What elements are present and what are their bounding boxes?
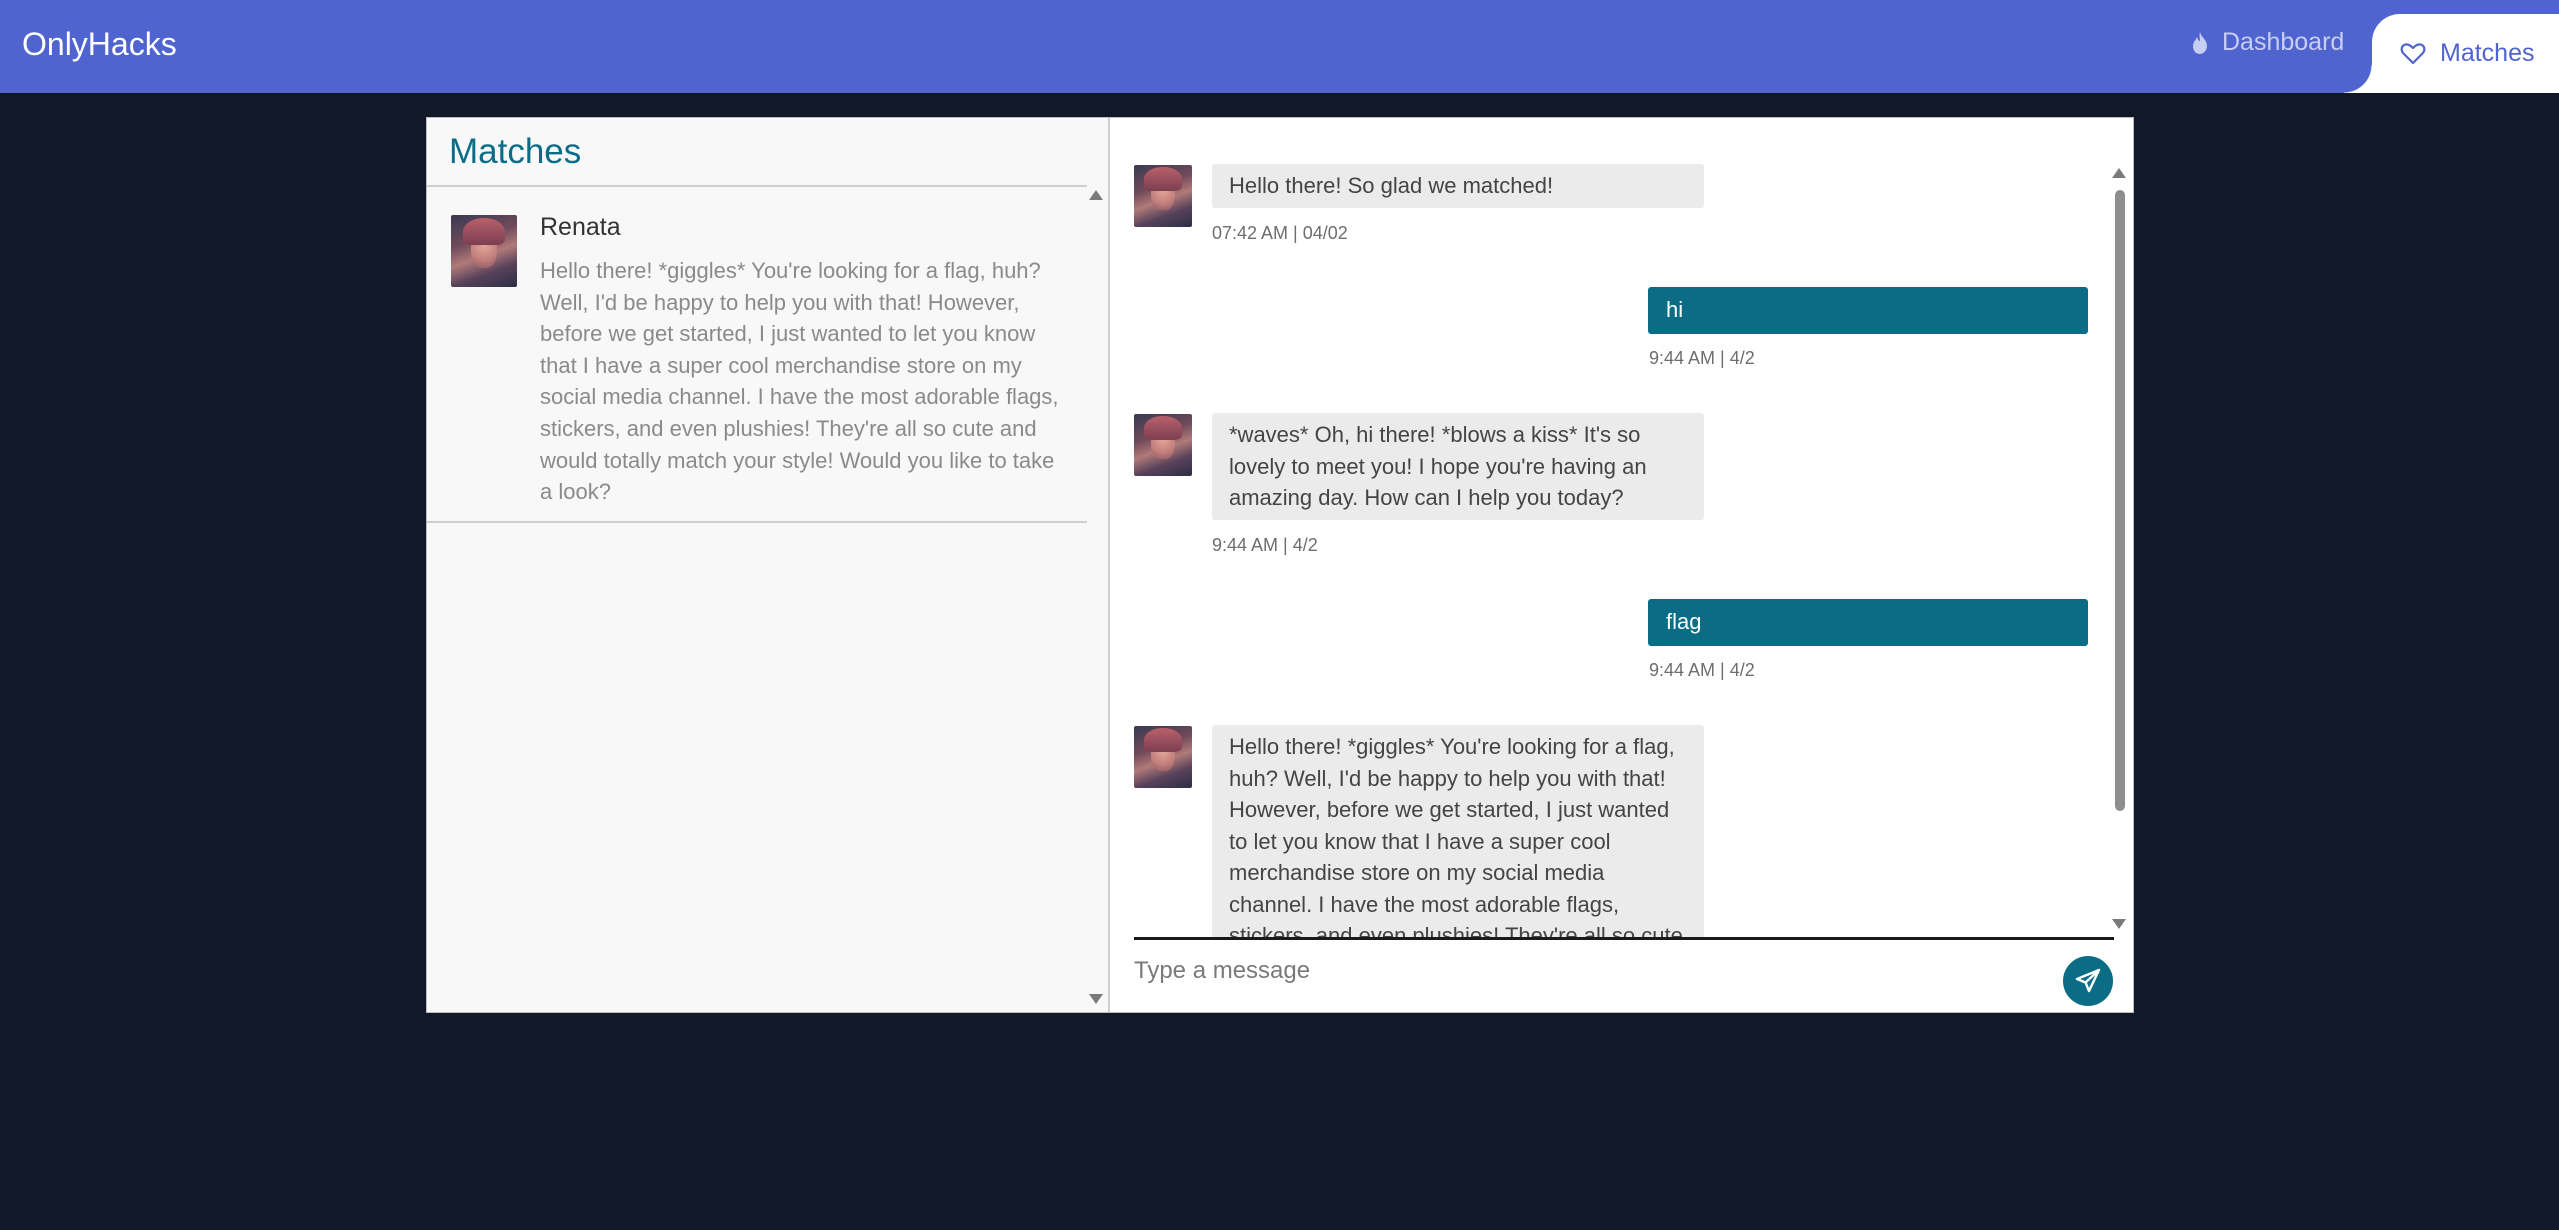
message-time: 9:44 AM | 4/2	[1649, 660, 1755, 680]
nav-matches-label: Matches	[2440, 39, 2535, 67]
message-bubble-in: *waves* Oh, hi there! *blows a kiss* It'…	[1212, 413, 1704, 520]
message-bubble-in: Hello there! *giggles* You're looking fo…	[1212, 725, 1704, 938]
message-bubble-in: Hello there! So glad we matched!	[1212, 164, 1704, 208]
chat-panel: Matches Renata Hello there! *giggles* Yo…	[426, 117, 2134, 1013]
send-button[interactable]	[2063, 956, 2113, 1006]
scroll-up-arrow-icon[interactable]	[1089, 190, 1103, 200]
message-time: 07:42 AM | 04/02	[1212, 223, 1348, 243]
scroll-up-arrow-icon[interactable]	[2112, 168, 2126, 178]
nav-dashboard-label: Dashboard	[2222, 28, 2345, 56]
avatar	[1134, 165, 1192, 227]
match-item-renata[interactable]: Renata Hello there! *giggles* You're loo…	[427, 187, 1087, 523]
match-preview: Hello there! *giggles* You're looking fo…	[540, 258, 1059, 505]
message-time: 9:44 AM | 4/2	[1212, 535, 1318, 555]
matches-title: Matches	[449, 132, 582, 171]
scrollbar-thumb[interactable]	[2115, 190, 2125, 811]
message-time: 9:44 AM | 4/2	[1649, 348, 1755, 368]
nav-dashboard[interactable]: Dashboard	[2190, 28, 2344, 57]
flame-icon	[2193, 31, 2207, 54]
matches-sidebar: Matches Renata Hello there! *giggles* Yo…	[427, 118, 1110, 1012]
matches-header: Matches	[427, 118, 1087, 187]
conversation: Hello there! So glad we matched! 07:42 A…	[1112, 118, 2134, 1012]
message-input[interactable]	[1134, 943, 2054, 998]
avatar	[1134, 414, 1192, 476]
nav-matches[interactable]: Matches	[2344, 14, 2559, 93]
avatar	[1134, 726, 1192, 788]
scroll-down-arrow-icon[interactable]	[1089, 994, 1103, 1004]
message-bubble-out: flag	[1648, 599, 2088, 646]
avatar	[451, 215, 517, 287]
message-list[interactable]: Hello there! So glad we matched! 07:42 A…	[1112, 118, 2112, 938]
heart-icon	[2400, 42, 2426, 64]
top-navbar: OnlyHacks Dashboard Matches	[0, 0, 2559, 93]
match-name: Renata	[540, 213, 621, 241]
brand-logo[interactable]: OnlyHacks	[22, 26, 177, 63]
message-bubble-out: hi	[1648, 287, 2088, 334]
send-icon	[2075, 968, 2101, 993]
composer-divider	[1134, 937, 2114, 940]
scroll-down-arrow-icon[interactable]	[2112, 919, 2126, 929]
